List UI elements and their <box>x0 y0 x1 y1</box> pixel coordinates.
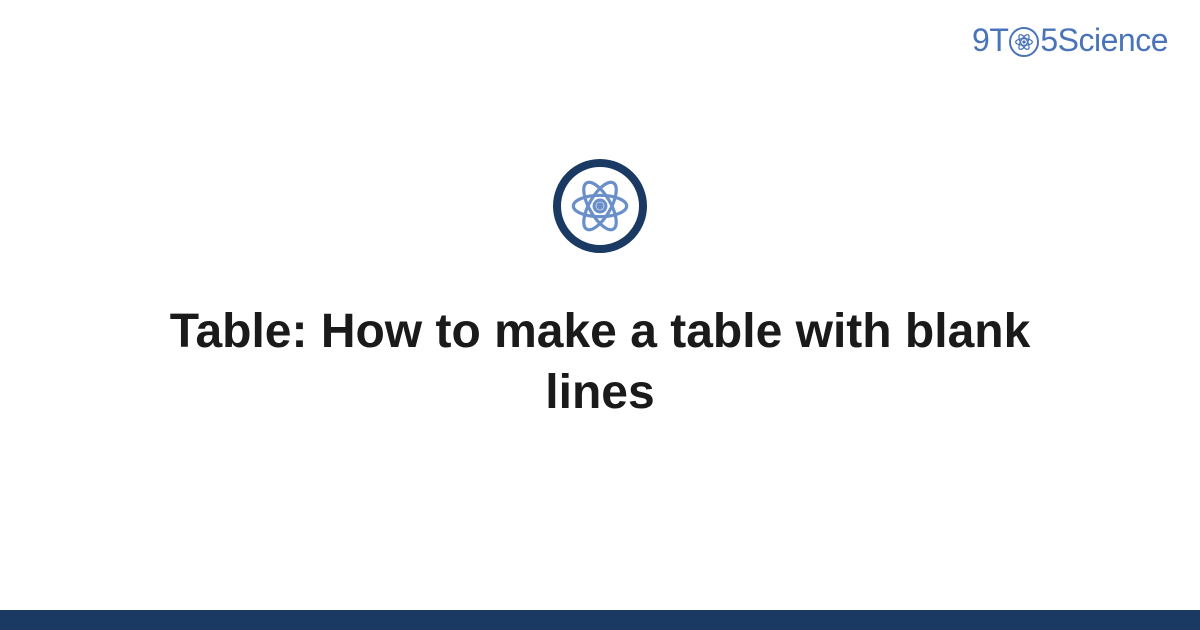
page-title: Table: How to make a table with blank li… <box>140 301 1060 424</box>
main-content: Table: How to make a table with blank li… <box>0 0 1200 610</box>
footer-bar <box>0 610 1200 630</box>
hero-atom-icon <box>553 159 647 253</box>
